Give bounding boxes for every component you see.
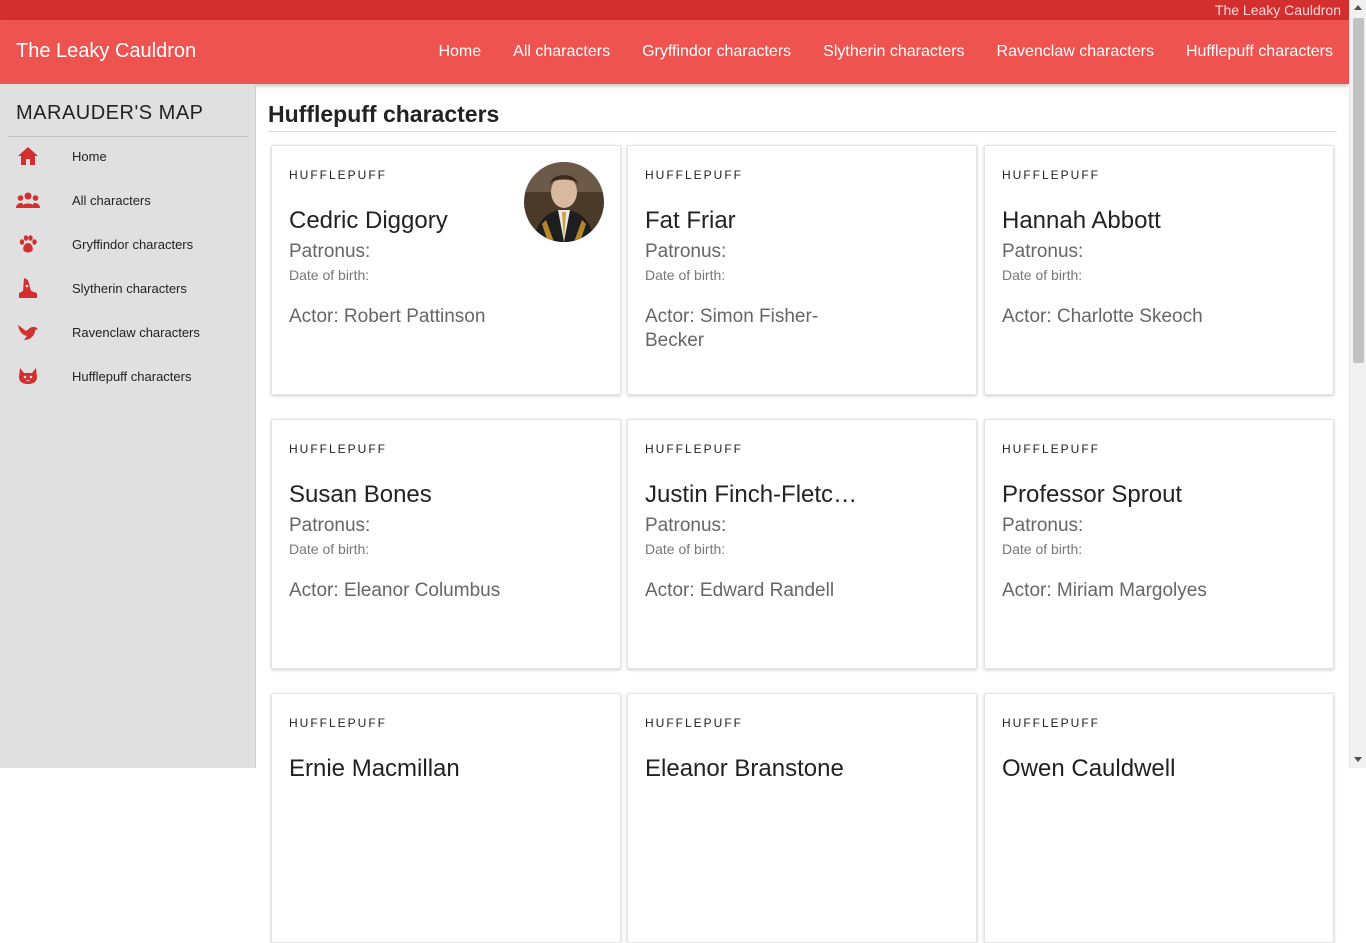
sidebar-item-gryffindor[interactable]: Gryffindor characters [8,224,248,264]
sidebar: MARAUDER'S MAP Home All characters Gryff… [0,84,256,768]
card-actor: Actor: Eleanor Columbus [289,580,501,601]
nav-hufflepuff[interactable]: Hufflepuff characters [1186,43,1333,61]
paw-icon [16,232,40,256]
nav-all-characters[interactable]: All characters [513,43,610,61]
vertical-scrollbar[interactable] [1349,0,1366,768]
card-name: Hannah Abbott [1002,207,1161,234]
card-dob: Date of birth: [645,267,726,283]
card-dob: Date of birth: [289,541,370,557]
card-actor: Actor: Robert Pattinson [289,306,486,327]
card-name: Professor Sprout [1002,481,1183,508]
window-title-bar: The Leaky Cauldron [0,0,1349,20]
card-house: HUFFLEPUFF [645,716,743,730]
cat-icon [16,364,40,388]
card-dob: Date of birth: [1002,541,1083,557]
hat-icon [16,276,40,300]
card-house: HUFFLEPUFF [1002,168,1100,182]
sidebar-item-label: Gryffindor characters [72,236,194,252]
sidebar-item-label: Ravenclaw characters [72,324,200,340]
card-house: HUFFLEPUFF [289,716,387,730]
character-card[interactable]: HUFFLEPUFF Cedric Diggory Patronus: Date… [271,145,621,395]
character-card[interactable]: HUFFLEPUFF Eleanor Branstone [627,693,977,943]
sidebar-title: MARAUDER'S MAP [16,102,204,124]
card-dob: Date of birth: [1002,267,1083,283]
card-patronus: Patronus: [289,515,371,536]
sidebar-item-label: Slytherin characters [72,280,187,296]
card-house: HUFFLEPUFF [1002,716,1100,730]
character-card[interactable]: HUFFLEPUFF Professor Sprout Patronus: Da… [984,419,1334,669]
sidebar-item-slytherin[interactable]: Slytherin characters [8,268,248,308]
card-house: HUFFLEPUFF [645,168,743,182]
card-patronus: Patronus: [289,241,371,262]
window-title: The Leaky Cauldron [1214,2,1341,18]
card-name: Justin Finch-Fletchley [645,481,865,508]
card-house: HUFFLEPUFF [1002,442,1100,456]
card-patronus: Patronus: [645,241,727,262]
card-patronus: Patronus: [1002,241,1084,262]
card-name: Ernie Macmillan [289,755,460,782]
sidebar-item-label: Home [72,148,107,164]
sidebar-item-home[interactable]: Home [8,136,248,176]
brand-title[interactable]: The Leaky Cauldron [16,40,196,63]
card-actor: Actor: Simon Fisher-Becker [645,306,819,351]
card-actor: Actor: Miriam Margolyes [1002,580,1207,601]
card-house: HUFFLEPUFF [645,442,743,456]
card-name: Owen Cauldwell [1002,755,1176,782]
app-bar: The Leaky Cauldron Home All characters G… [0,20,1349,84]
sidebar-item-ravenclaw[interactable]: Ravenclaw characters [8,312,248,352]
character-card[interactable]: HUFFLEPUFF Fat Friar Patronus: Date of b… [627,145,977,395]
title-divider [268,131,1337,132]
people-icon [16,188,40,212]
card-name: Fat Friar [645,207,736,234]
card-house: HUFFLEPUFF [289,442,387,456]
card-patronus: Patronus: [1002,515,1084,536]
card-name: Susan Bones [289,481,432,508]
home-icon [16,144,40,168]
character-card[interactable]: HUFFLEPUFF Ernie Macmillan [271,693,621,943]
character-card[interactable]: HUFFLEPUFF Hannah Abbott Patronus: Date … [984,145,1334,395]
scroll-down-arrow-icon[interactable] [1354,757,1362,762]
sidebar-item-label: All characters [72,192,151,208]
page-title: Hufflepuff characters [268,101,500,127]
sidebar-item-hufflepuff[interactable]: Hufflepuff characters [8,356,248,396]
scroll-up-arrow-icon[interactable] [1354,5,1362,10]
nav-slytherin[interactable]: Slytherin characters [823,43,964,61]
main-content: Hufflepuff characters HUFFLEPUFF Cedric … [256,84,1349,943]
character-card[interactable]: HUFFLEPUFF Justin Finch-Fletchley Patron… [627,419,977,669]
card-actor: Actor: Edward Randell [645,580,835,601]
nav-home[interactable]: Home [438,43,481,61]
sidebar-item-label: Hufflepuff characters [72,368,192,384]
character-card[interactable]: HUFFLEPUFF Susan Bones Patronus: Date of… [271,419,621,669]
sidebar-item-all-characters[interactable]: All characters [8,180,248,220]
card-name: Cedric Diggory [289,207,448,234]
top-nav: Home All characters Gryffindor character… [406,20,1333,84]
nav-gryffindor[interactable]: Gryffindor characters [642,43,791,61]
card-name: Eleanor Branstone [645,755,844,782]
card-dob: Date of birth: [645,541,726,557]
character-card[interactable]: HUFFLEPUFF Owen Cauldwell [984,693,1334,943]
card-patronus: Patronus: [645,515,727,536]
card-house: HUFFLEPUFF [289,168,387,182]
card-dob: Date of birth: [289,267,370,283]
bird-icon [16,320,40,344]
card-actor: Actor: Charlotte Skeoch [1002,306,1203,327]
scrollbar-thumb[interactable] [1353,18,1364,363]
character-avatar [524,162,604,242]
nav-ravenclaw[interactable]: Ravenclaw characters [997,43,1154,61]
